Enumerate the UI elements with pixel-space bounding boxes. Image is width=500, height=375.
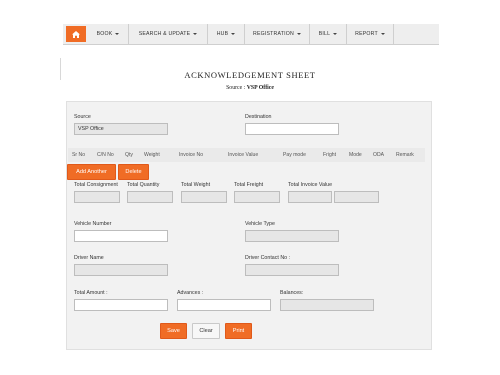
column-header: Fright [323,152,337,158]
column-header: Weight [144,152,160,158]
page-title: ACKNOWLEDGEMENT SHEET [184,70,316,80]
total-invoice-value-label: Total Invoice Value [288,182,333,188]
driver-contact-label: Driver Contact No : [245,255,291,261]
chevron-down-icon [296,33,301,35]
nav-item-hub[interactable]: HUB [208,24,245,44]
chevron-down-icon [380,33,385,35]
total-amount-field[interactable] [74,299,168,311]
source-prefix: Source : [226,85,246,91]
column-header: Pay mode [283,152,306,158]
nav-item-label: BILL [318,31,331,37]
column-header: Sr No [72,152,86,158]
nav-item-report[interactable]: REPORT [347,24,394,44]
total-amount-label: Total Amount : [74,290,108,296]
balances-field[interactable] [280,299,374,311]
column-header: Invoice Value [228,152,259,158]
chevron-down-icon [333,33,338,35]
nav-item-label: REGISTRATION [253,31,294,37]
nav-home-button[interactable] [66,26,86,42]
vehicle-type-label: Vehicle Type [245,221,275,227]
chevron-down-icon [193,33,198,35]
nav-item-label: SEARCH & UPDATE [138,31,191,37]
total-consignment-label: Total Consignment [74,182,118,188]
nav-item-book[interactable]: BOOK [88,24,129,44]
source-field[interactable]: VSP Office [74,123,168,135]
column-header: C/N No [97,152,114,158]
total-invoice-value-field-2[interactable] [334,191,379,203]
driver-contact-field[interactable] [245,264,339,276]
total-freight-field[interactable] [234,191,280,203]
advances-label: Advances : [177,290,204,296]
column-header: Invoice No [179,152,204,158]
destination-label: Destination [245,114,272,120]
vehicle-number-label: Vehicle Number [74,221,112,227]
total-quantity-label: Total Quantity [127,182,160,188]
driver-name-field[interactable] [74,264,168,276]
total-invoice-value-field[interactable] [288,191,332,203]
top-nav-bar: BOOK SEARCH & UPDATE HUB REGISTRATION BI… [63,24,439,45]
home-icon [72,30,80,38]
chevron-down-icon [115,33,120,35]
chevron-down-icon [231,33,236,35]
nav-item-label: BOOK [96,31,113,37]
nav-item-registration[interactable]: REGISTRATION [245,24,310,44]
vehicle-type-field[interactable] [245,230,339,242]
vehicle-number-field[interactable] [74,230,168,242]
destination-field[interactable] [245,123,339,135]
column-header: Qty [125,152,133,158]
total-weight-label: Total Weight [181,182,211,188]
total-freight-label: Total Freight [234,182,264,188]
save-button[interactable]: Save [160,323,187,339]
total-quantity-field[interactable] [127,191,173,203]
source-value: VSP Office [246,85,274,91]
nav-item-label: REPORT [355,31,378,37]
total-weight-field[interactable] [181,191,227,203]
total-consignment-field[interactable] [74,191,120,203]
balances-label: Balances: [280,290,304,296]
print-button[interactable]: Print [225,323,252,339]
column-header: Remark [396,152,414,158]
delete-button[interactable]: Delete [118,164,149,180]
column-header: ODA [373,152,385,158]
column-header: Mode [349,152,362,158]
source-subtitle: Source : VSP Office [0,85,500,91]
nav-item-label: HUB [216,31,229,37]
source-label: Source [74,114,91,120]
driver-name-label: Driver Name [74,255,104,261]
add-another-button[interactable]: Add Another [67,164,116,180]
advances-field[interactable] [177,299,271,311]
nav-item-search-update[interactable]: SEARCH & UPDATE [129,24,208,44]
clear-button[interactable]: Clear [192,323,220,339]
nav-item-bill[interactable]: BILL [310,24,347,44]
